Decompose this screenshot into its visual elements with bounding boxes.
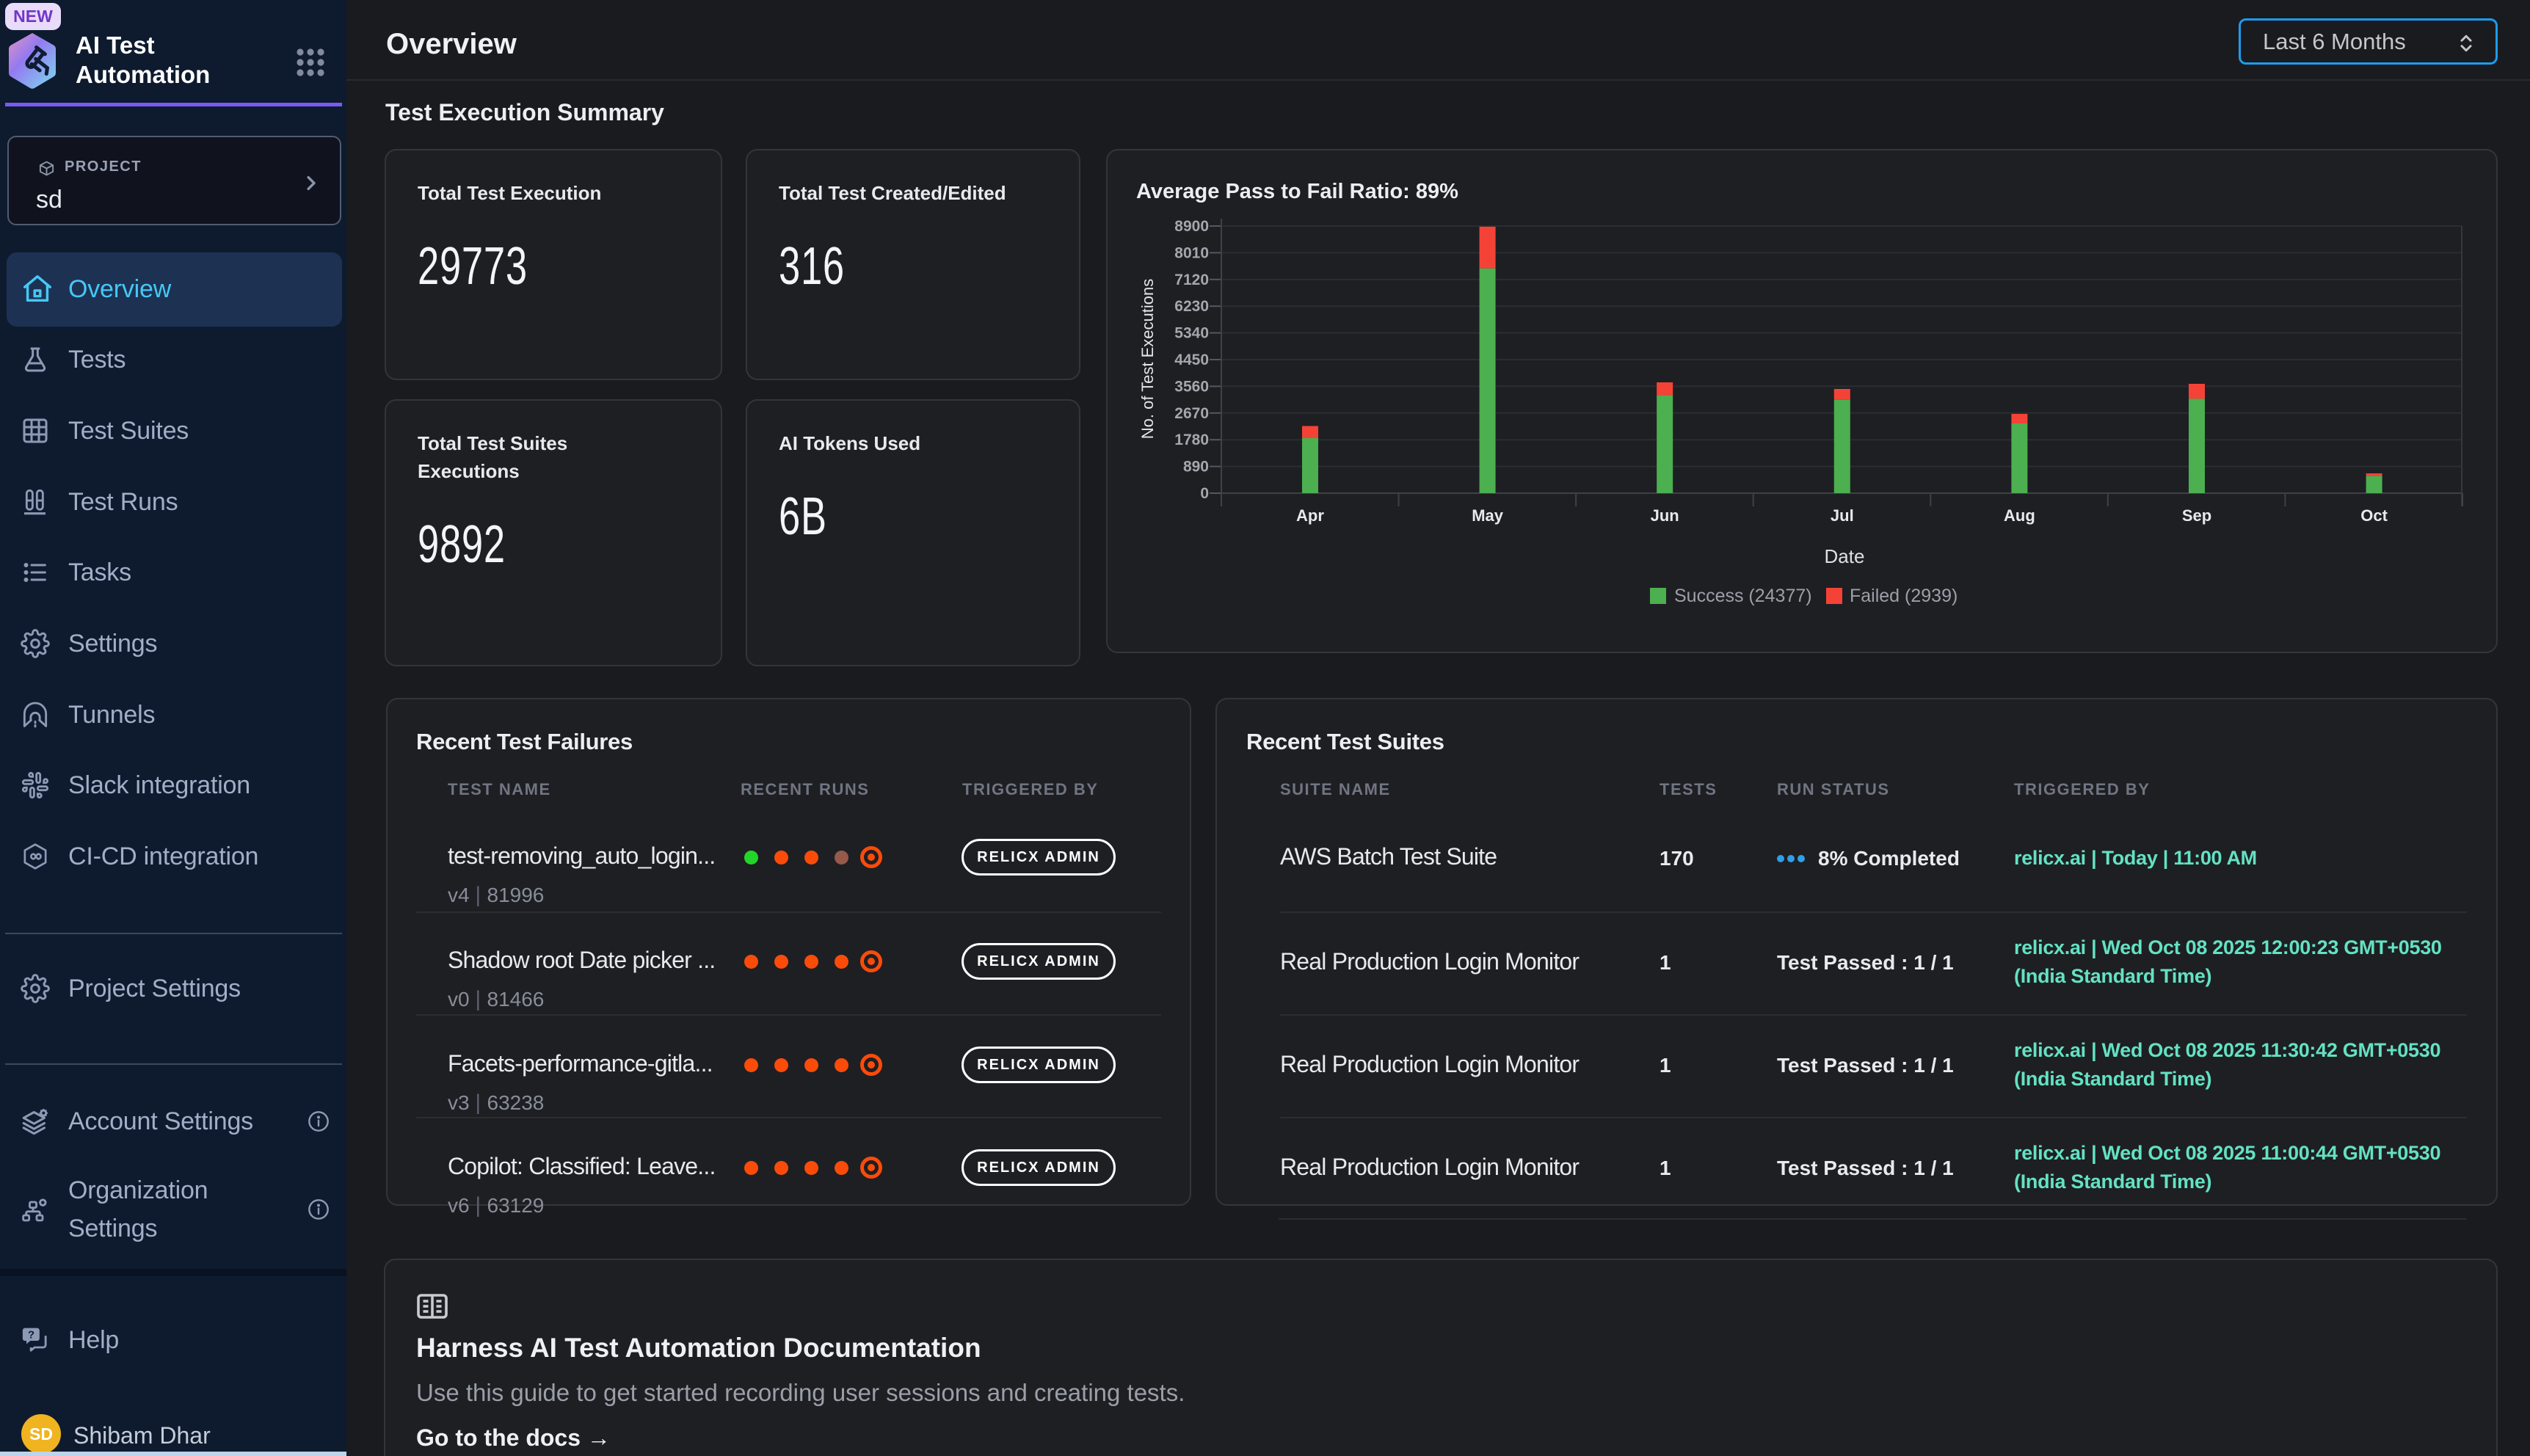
svg-text:5340: 5340 [1174,325,1209,342]
svg-text:Sep: Sep [2182,506,2211,525]
svg-text:Jul: Jul [1831,506,1854,525]
svg-text:4450: 4450 [1174,352,1209,368]
svg-text:Success (24377): Success (24377) [1674,586,1812,606]
svg-text:Apr: Apr [1296,506,1324,525]
svg-text:No. of Test Executions: No. of Test Executions [1138,279,1157,440]
svg-text:?: ? [28,1329,34,1342]
svg-text:6230: 6230 [1174,298,1209,315]
svg-text:Failed (2939): Failed (2939) [1850,586,1958,606]
svg-text:3560: 3560 [1174,378,1209,395]
svg-text:7120: 7120 [1174,272,1209,288]
svg-text:8010: 8010 [1174,244,1209,261]
svg-text:2670: 2670 [1174,405,1209,422]
svg-text:Oct: Oct [2360,506,2388,525]
svg-text:890: 890 [1183,459,1209,476]
svg-text:0: 0 [1200,485,1209,502]
svg-text:Date: Date [1825,545,1865,567]
svg-text:8900: 8900 [1174,218,1209,235]
svg-text:Aug: Aug [2004,506,2035,525]
svg-text:Jun: Jun [1651,506,1679,525]
svg-text:May: May [1472,506,1504,525]
svg-text:1780: 1780 [1174,432,1209,448]
